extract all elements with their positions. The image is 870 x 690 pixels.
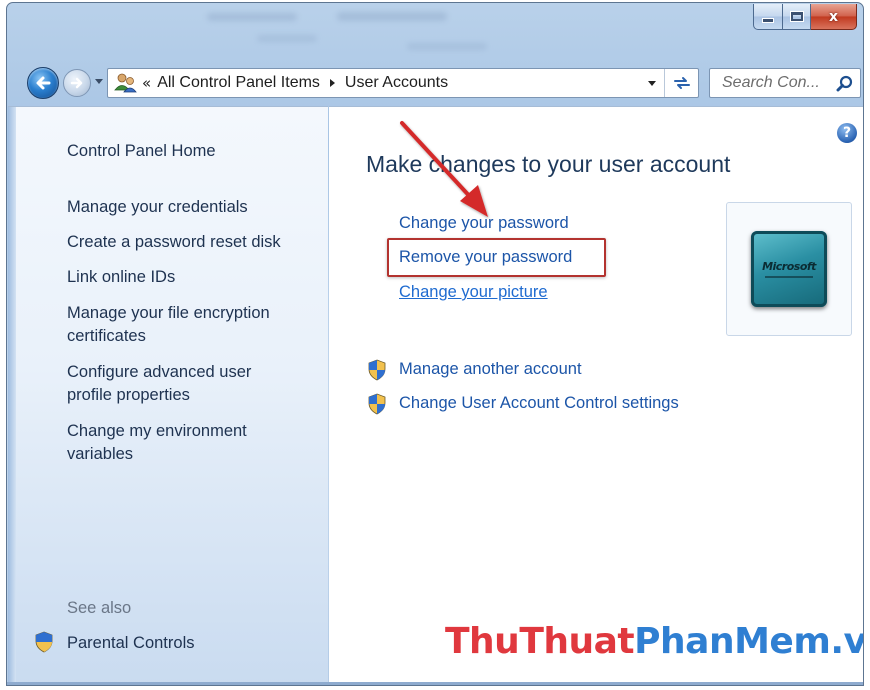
left-link-password-reset-disk[interactable]: Create a password reset disk — [67, 231, 317, 254]
left-link-advanced-profile[interactable]: Configure advanced user profile properti… — [67, 361, 292, 407]
user-accounts-icon — [114, 72, 138, 94]
left-link-online-ids[interactable]: Link online IDs — [67, 266, 317, 289]
pane-stripe — [8, 107, 16, 685]
refresh-button[interactable] — [664, 69, 698, 97]
refresh-icon — [673, 77, 690, 89]
back-arrow-icon — [36, 76, 51, 90]
shield-icon — [368, 359, 386, 381]
close-icon: x — [828, 8, 839, 25]
see-also-heading: See also — [67, 599, 132, 617]
user-picture-frame[interactable]: Microsoft — [726, 202, 852, 336]
watermark-part-2: PhanMem.vn — [634, 621, 863, 662]
user-picture-label: Microsoft — [762, 260, 816, 273]
breadcrumb-all-control-panel-items[interactable]: All Control Panel Items — [157, 74, 320, 92]
annotation-arrow-icon — [400, 121, 488, 217]
address-overflow-chevron[interactable]: « — [142, 74, 151, 92]
blurred-background — [337, 12, 447, 21]
minimize-icon — [763, 19, 773, 22]
search-icon[interactable] — [836, 75, 854, 93]
forward-button[interactable] — [63, 69, 91, 97]
breadcrumb-user-accounts[interactable]: User Accounts — [345, 74, 448, 92]
search-placeholder[interactable]: Search Con... — [722, 74, 820, 92]
forward-arrow-icon — [70, 77, 83, 89]
breadcrumb-separator-icon[interactable] — [329, 79, 335, 87]
control-panel-home-link[interactable]: Control Panel Home — [67, 140, 216, 163]
remove-password-link[interactable]: Remove your password — [399, 248, 572, 267]
parental-controls-link[interactable]: Parental Controls — [67, 632, 194, 655]
left-link-file-encryption[interactable]: Manage your file encryption certificates — [67, 302, 307, 348]
explorer-window: x « All Control Panel Items User Account… — [6, 2, 864, 686]
back-button[interactable] — [27, 67, 59, 99]
uac-settings-link[interactable]: Change User Account Control settings — [399, 394, 679, 413]
left-link-manage-credentials[interactable]: Manage your credentials — [67, 196, 317, 219]
search-box[interactable]: Search Con... — [709, 68, 861, 98]
shield-icon — [368, 393, 386, 415]
blurred-background — [257, 35, 317, 42]
maximize-button[interactable] — [783, 4, 811, 30]
close-button[interactable]: x — [811, 4, 857, 30]
user-picture-underline — [765, 276, 813, 278]
blurred-background — [407, 43, 487, 50]
maximize-icon — [790, 12, 803, 21]
address-dropdown-icon[interactable] — [648, 81, 656, 86]
user-picture[interactable]: Microsoft — [751, 231, 827, 307]
caption-buttons: x — [753, 4, 857, 30]
watermark-part-1: ThuThuat — [445, 621, 635, 662]
window-bottom-border — [7, 682, 863, 685]
manage-another-account-link[interactable]: Manage another account — [399, 360, 582, 379]
help-icon[interactable]: ? — [837, 123, 857, 143]
left-navigation-pane: Control Panel Home Manage your credentia… — [8, 106, 328, 685]
left-link-environment-variables[interactable]: Change my environment variables — [67, 420, 292, 466]
recent-pages-dropdown[interactable] — [95, 79, 103, 84]
title-bar[interactable]: x — [7, 3, 863, 59]
blurred-background — [207, 13, 297, 21]
change-picture-link[interactable]: Change your picture — [399, 283, 548, 302]
shield-icon — [35, 631, 53, 653]
watermark: ThuThuatPhanMem.vn — [445, 621, 863, 662]
minimize-button[interactable] — [753, 4, 783, 30]
address-bar[interactable]: « All Control Panel Items User Accounts — [107, 68, 699, 98]
